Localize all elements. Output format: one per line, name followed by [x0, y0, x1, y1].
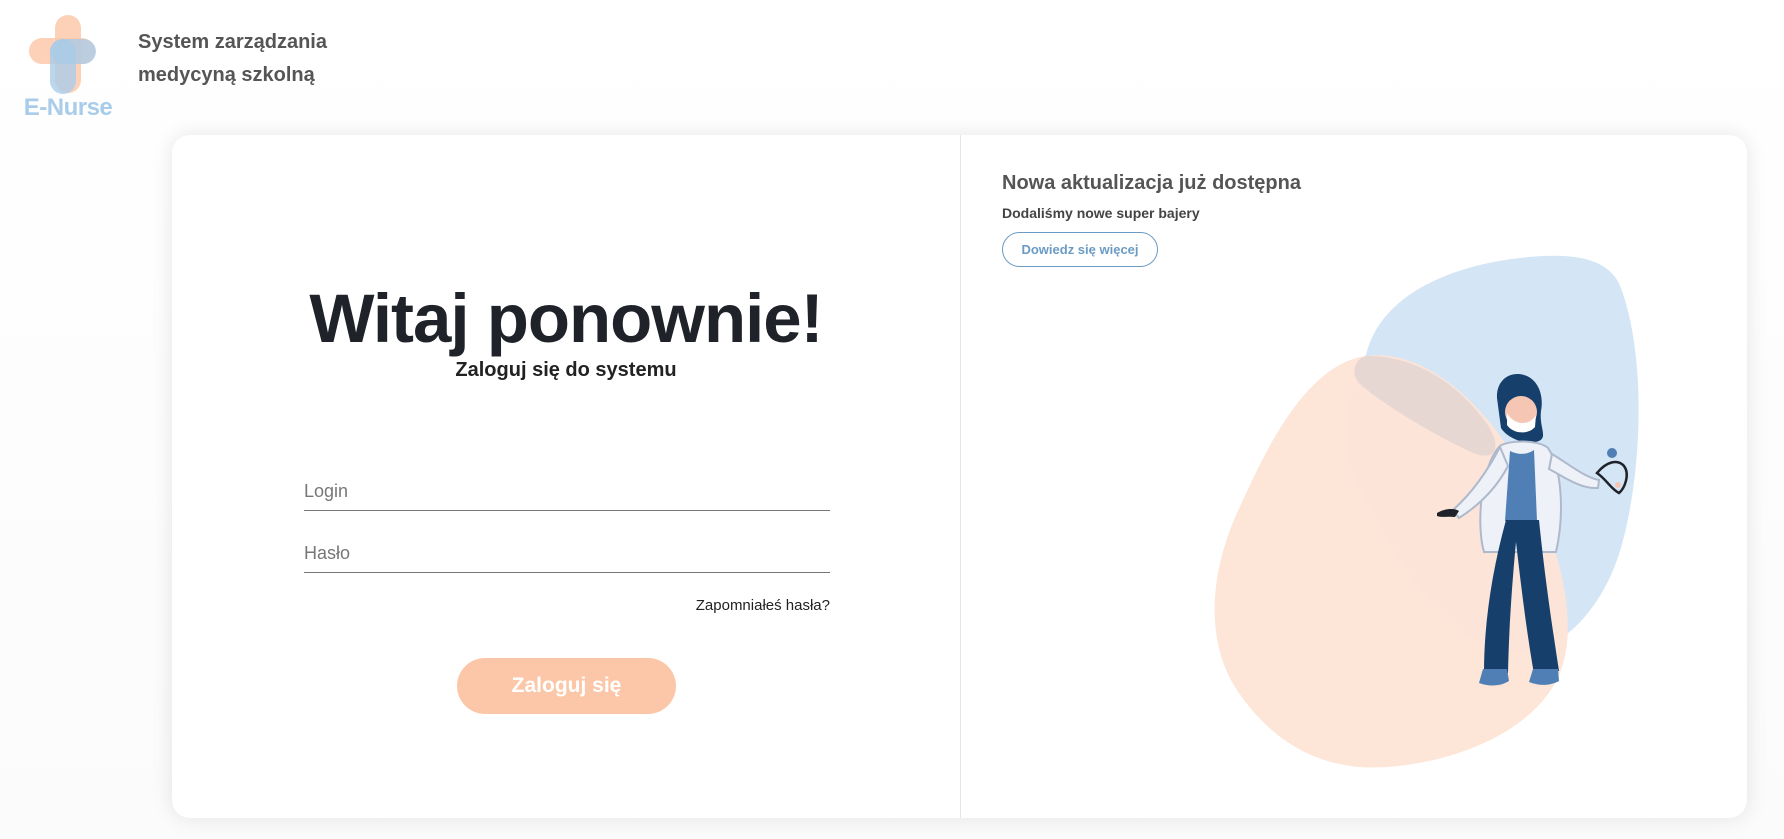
logo-text: E-Nurse — [23, 94, 113, 121]
forgot-password-link[interactable]: Zapomniałeś hasła? — [304, 597, 830, 614]
medical-cross-icon — [29, 15, 96, 94]
login-input[interactable] — [304, 472, 830, 510]
login-card: Witaj ponownie! Zaloguj się do systemu Z… — [172, 135, 1747, 818]
system-title: System zarządzania medycyną szkolną — [138, 31, 327, 86]
password-field — [304, 534, 830, 573]
login-subheading: Zaloguj się do systemu — [455, 359, 677, 381]
password-input[interactable] — [304, 534, 830, 572]
update-subtitle: Dodaliśmy nowe super bajery — [1002, 205, 1200, 221]
login-button[interactable]: Zaloguj się — [457, 658, 676, 714]
doctor-illustration — [1214, 255, 1639, 768]
login-field — [304, 472, 830, 511]
update-title: Nowa aktualizacja już dostępna — [1002, 172, 1301, 194]
update-panel: Nowa aktualizacja już dostępna Dodaliśmy… — [961, 135, 1747, 818]
e-nurse-logo: E-Nurse — [22, 14, 114, 122]
welcome-heading: Witaj ponownie! — [309, 280, 823, 358]
app-window: E-Nurse System zarządzania medycyną szko… — [0, 0, 1784, 839]
brand-header: E-Nurse System zarządzania medycyną szko… — [22, 14, 358, 122]
login-panel: Witaj ponownie! Zaloguj się do systemu Z… — [172, 135, 961, 818]
